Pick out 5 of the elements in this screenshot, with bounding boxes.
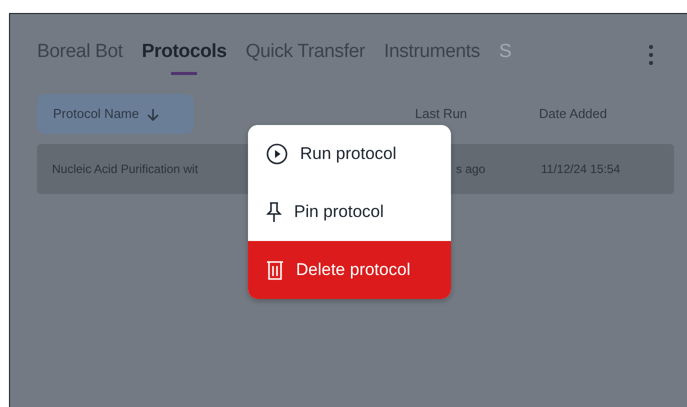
table-cell-text: Nucleic Acid Purification wit [52,161,200,178]
column-header: Date Added [539,105,607,124]
column-header: Last Run [415,105,468,124]
table-cell-text: s ago [456,161,486,178]
table-cell-text: 11/12/24 15:54 [541,161,620,178]
